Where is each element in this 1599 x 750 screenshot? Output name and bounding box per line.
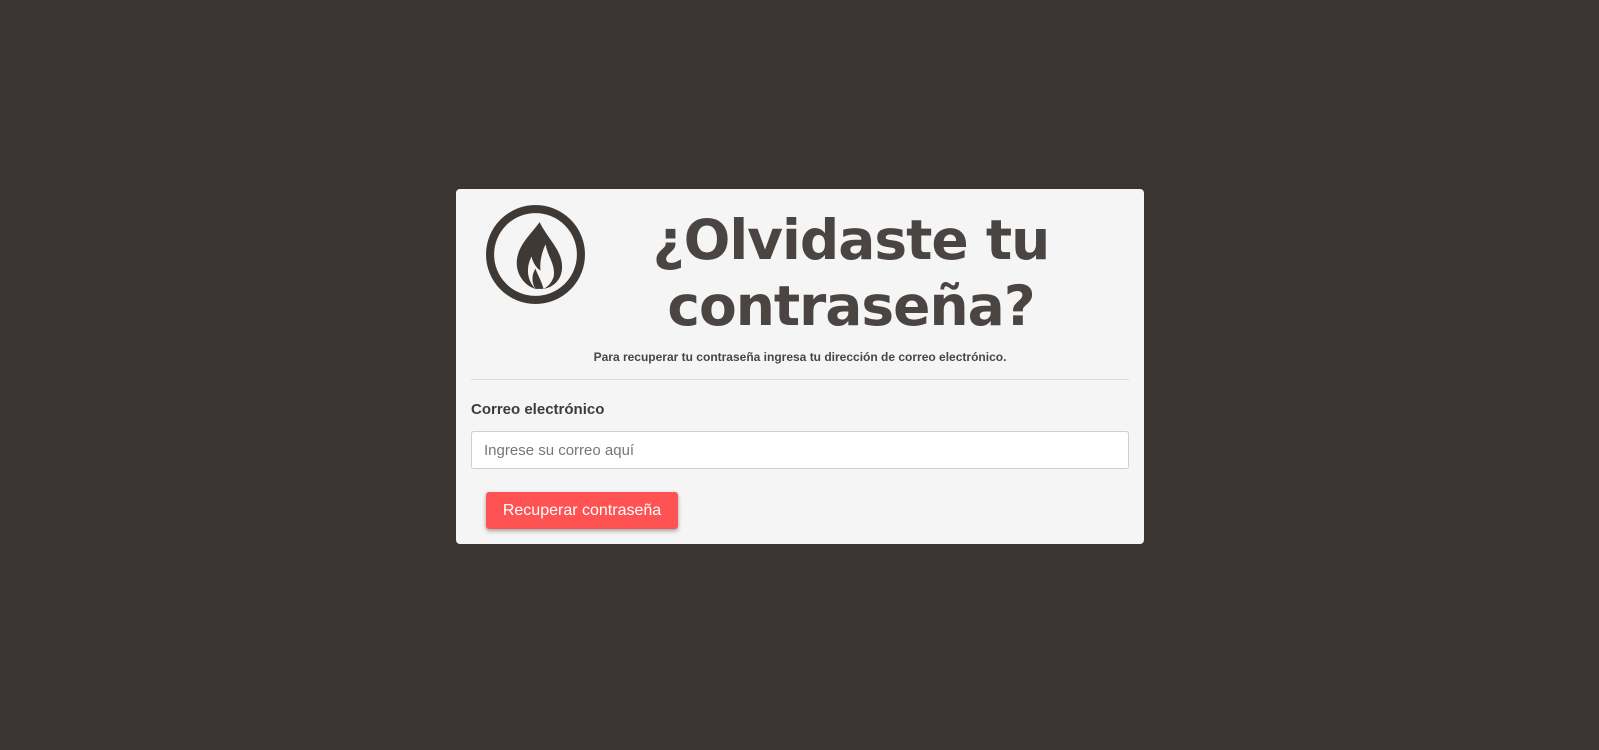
recover-password-button[interactable]: Recuperar contraseña [486,492,678,529]
email-input[interactable] [471,431,1129,469]
recover-password-card: ¿Olvidaste tu contraseña? Para recuperar… [456,189,1144,544]
email-label: Correo electrónico [471,401,605,418]
divider [471,379,1129,380]
instructions-text: Para recuperar tu contraseña ingresa tu … [593,350,1007,364]
page-title: ¿Olvidaste tu contraseña? [652,208,1051,338]
flame-logo-icon [485,204,586,305]
